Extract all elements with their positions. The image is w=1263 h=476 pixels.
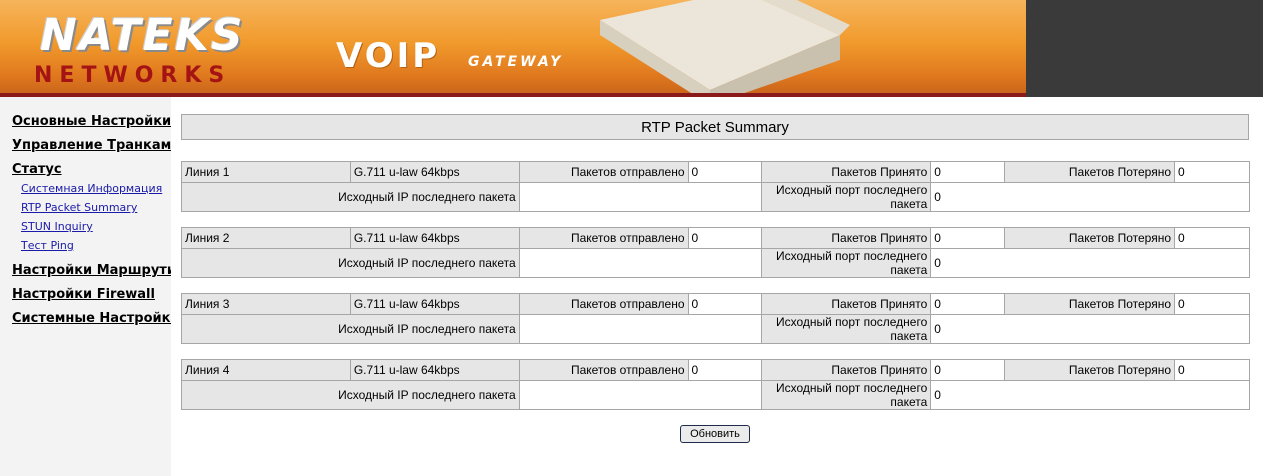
lost-value: 0 [1174, 359, 1250, 381]
received-value: 0 [930, 359, 1006, 381]
line-2-table: Линия 2 G.711 u-law 64kbps Пакетов отпра… [181, 227, 1250, 278]
received-value: 0 [930, 161, 1006, 183]
sent-label: Пакетов отправлено [518, 359, 689, 381]
src-ip-label: Исходный IP последнего пакета [181, 314, 520, 344]
src-ip-value [518, 314, 763, 344]
src-port-value: 0 [930, 314, 1250, 344]
sent-value: 0 [687, 359, 763, 381]
sidebar-subitem-ping-test[interactable]: Тест Ping [21, 239, 74, 252]
src-ip-label: Исходный IP последнего пакета [181, 182, 520, 212]
src-ip-value [518, 248, 763, 278]
product-subtitle: GATEWAY [468, 54, 564, 70]
src-ip-label: Исходный IP последнего пакета [181, 248, 520, 278]
line-4-table: Линия 4 G.711 u-law 64kbps Пакетов отпра… [181, 359, 1250, 410]
lost-label: Пакетов Потеряно [1004, 161, 1176, 183]
sidebar-item-basic-settings[interactable]: Основные Настройки [12, 114, 171, 129]
line-codec: G.711 u-law 64kbps [349, 227, 520, 249]
line-name: Линия 2 [181, 227, 351, 249]
header-banner: NATEKS NETWORKS VOIP GATEWAY [0, 0, 1263, 97]
sidebar-nav: Основные Настройки Управление Транками С… [0, 97, 171, 476]
received-value: 0 [930, 227, 1006, 249]
src-ip-value [518, 182, 763, 212]
line-name: Линия 4 [181, 359, 351, 381]
src-ip-value [518, 380, 763, 410]
nateks-logo: NATEKS NETWORKS [22, 12, 262, 90]
line-codec: G.711 u-law 64kbps [349, 161, 520, 183]
lost-value: 0 [1174, 161, 1250, 183]
src-port-value: 0 [930, 248, 1250, 278]
banner-image: NATEKS NETWORKS VOIP GATEWAY [0, 0, 1026, 95]
sidebar-item-firewall-settings[interactable]: Настройки Firewall [12, 287, 155, 302]
line-name: Линия 3 [181, 293, 351, 315]
src-ip-label: Исходный IP последнего пакета [181, 380, 520, 410]
line-codec: G.711 u-law 64kbps [349, 293, 520, 315]
sidebar-item-routing-settings[interactable]: Настройки Маршрутизации [12, 263, 171, 278]
sidebar-subitem-system-info[interactable]: Системная Информация [21, 182, 162, 195]
refresh-button[interactable]: Обновить [680, 425, 750, 443]
lost-label: Пакетов Потеряно [1004, 359, 1176, 381]
src-port-label: Исходный порт последнего пакета [761, 380, 932, 410]
line-codec: G.711 u-law 64kbps [349, 359, 520, 381]
src-port-label: Исходный порт последнего пакета [761, 314, 932, 344]
gateway-device-image [600, 0, 850, 95]
src-port-value: 0 [930, 380, 1250, 410]
line-3-table: Линия 3 G.711 u-law 64kbps Пакетов отпра… [181, 293, 1250, 344]
sent-label: Пакетов отправлено [518, 227, 689, 249]
sidebar-item-trunk-management[interactable]: Управление Транками [12, 138, 171, 153]
received-label: Пакетов Принято [761, 293, 932, 315]
src-port-label: Исходный порт последнего пакета [761, 248, 932, 278]
src-port-value: 0 [930, 182, 1250, 212]
lost-label: Пакетов Потеряно [1004, 227, 1176, 249]
sent-value: 0 [687, 227, 763, 249]
lost-value: 0 [1174, 293, 1250, 315]
sent-label: Пакетов отправлено [518, 293, 689, 315]
logo-text-top: NATEKS [40, 10, 245, 61]
lost-label: Пакетов Потеряно [1004, 293, 1176, 315]
product-title: VOIP [336, 36, 441, 76]
src-port-label: Исходный порт последнего пакета [761, 182, 932, 212]
line-1-table: Линия 1 G.711 u-law 64kbps Пакетов отпра… [181, 161, 1250, 212]
received-value: 0 [930, 293, 1006, 315]
sidebar-subitem-stun-inquiry[interactable]: STUN Inquiry [21, 220, 93, 233]
line-name: Линия 1 [181, 161, 351, 183]
sent-value: 0 [687, 293, 763, 315]
sidebar-item-system-settings[interactable]: Системные Настройки [12, 311, 171, 326]
page-title: RTP Packet Summary [181, 114, 1249, 140]
received-label: Пакетов Принято [761, 359, 932, 381]
received-label: Пакетов Принято [761, 161, 932, 183]
main-content: RTP Packet Summary Линия 1 G.711 u-law 6… [171, 97, 1263, 476]
sidebar-subitem-rtp-summary[interactable]: RTP Packet Summary [21, 201, 137, 214]
sent-value: 0 [687, 161, 763, 183]
logo-text-bottom: NETWORKS [34, 63, 232, 88]
sidebar-item-status[interactable]: Статус [12, 162, 62, 177]
lost-value: 0 [1174, 227, 1250, 249]
received-label: Пакетов Принято [761, 227, 932, 249]
sent-label: Пакетов отправлено [518, 161, 689, 183]
